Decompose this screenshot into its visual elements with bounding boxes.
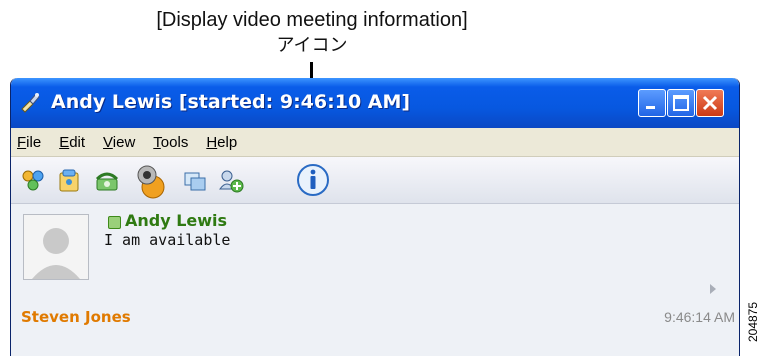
callout-label-ja: アイコン (276, 35, 348, 56)
figure-number: 204875 (746, 301, 761, 343)
callout-label: [Display video meeting information] (156, 9, 468, 31)
presence-status-icon (108, 216, 121, 229)
close-button[interactable] (696, 89, 724, 117)
chat-window: Andy Lewis [started: 9:46:10 AM] File Ed… (10, 78, 740, 356)
menu-bar: File Edit View Tools Help (11, 128, 739, 157)
message-sender: Steven Jones (21, 308, 131, 326)
message-row: Steven Jones 9:46:14 AM (11, 308, 739, 328)
conversation-area: Andy Lewis I am available Steven Jones 9… (11, 204, 739, 328)
phone-icon[interactable] (93, 167, 121, 195)
phonebook-icon[interactable] (55, 167, 83, 195)
contact-name: Andy Lewis (125, 211, 228, 230)
menu-view[interactable]: View (103, 134, 135, 151)
menu-tools[interactable]: Tools (153, 134, 188, 151)
contacts-icon[interactable] (19, 167, 47, 195)
chat-app-icon (21, 93, 40, 113)
title-bar[interactable]: Andy Lewis [started: 9:46:10 AM] (11, 78, 739, 128)
maximize-button[interactable] (667, 89, 695, 117)
add-participant-icon[interactable] (217, 167, 245, 195)
window-title: Andy Lewis [started: 9:46:10 AM] (51, 91, 411, 113)
menu-help[interactable]: Help (206, 134, 237, 151)
screen-share-icon[interactable] (181, 167, 209, 195)
menu-edit[interactable]: Edit (59, 134, 85, 151)
minimize-button[interactable] (638, 89, 666, 117)
avatar (23, 214, 89, 280)
info-icon[interactable] (295, 162, 331, 198)
status-message: I am available (104, 231, 231, 249)
menu-file[interactable]: File (17, 134, 41, 151)
scroll-right-icon[interactable] (710, 284, 716, 294)
person-silhouette-icon (32, 228, 80, 279)
toolbar (11, 157, 739, 204)
message-timestamp: 9:46:14 AM (664, 309, 735, 325)
webcam-icon[interactable] (129, 161, 169, 199)
